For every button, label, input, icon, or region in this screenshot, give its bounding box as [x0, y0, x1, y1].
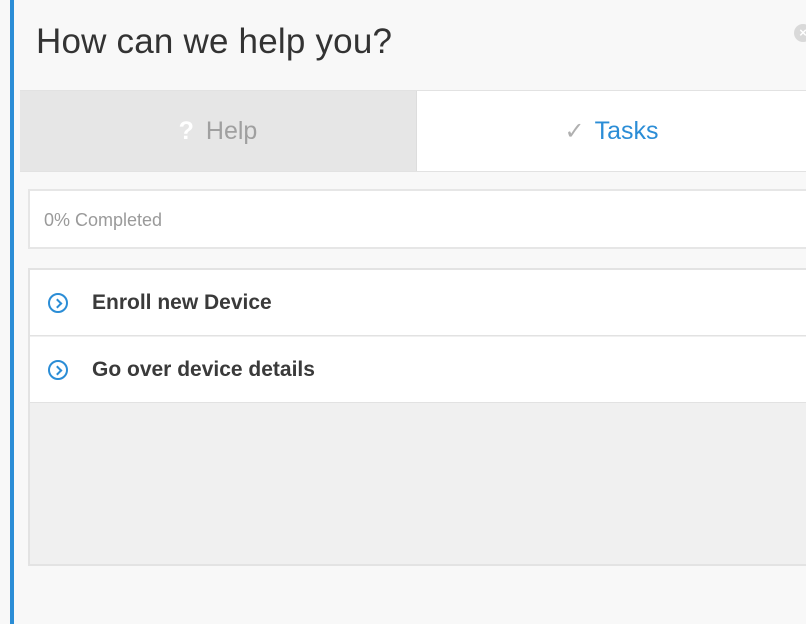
close-icon[interactable]: ×: [794, 24, 806, 42]
tab-tasks[interactable]: ✓ Tasks: [417, 91, 806, 171]
tab-bar: ? Help ✓ Tasks: [20, 90, 806, 172]
chevron-circle-right-icon: [48, 292, 68, 313]
progress-bar: 0% Completed: [28, 189, 806, 249]
task-item-device-details[interactable]: Go over device details: [30, 337, 806, 403]
chevron-circle-right-icon: [48, 359, 68, 380]
help-panel: How can we help you? × ? Help ✓ Tasks 0%…: [0, 0, 806, 624]
progress-text: 0% Completed: [44, 210, 163, 230]
panel-title: How can we help you?: [36, 22, 393, 61]
check-icon: ✓: [564, 117, 585, 145]
task-item-enroll-device[interactable]: Enroll new Device: [30, 270, 806, 336]
panel-content: How can we help you? × ? Help ✓ Tasks 0%…: [14, 0, 806, 624]
question-icon: ?: [178, 116, 194, 145]
task-label: Enroll new Device: [92, 290, 272, 314]
tab-tasks-label: Tasks: [594, 116, 659, 145]
task-label: Go over device details: [92, 357, 315, 381]
tab-help[interactable]: ? Help: [20, 91, 417, 171]
task-list: Enroll new Device Go over device details: [28, 268, 806, 566]
tab-help-label: Help: [205, 116, 258, 145]
